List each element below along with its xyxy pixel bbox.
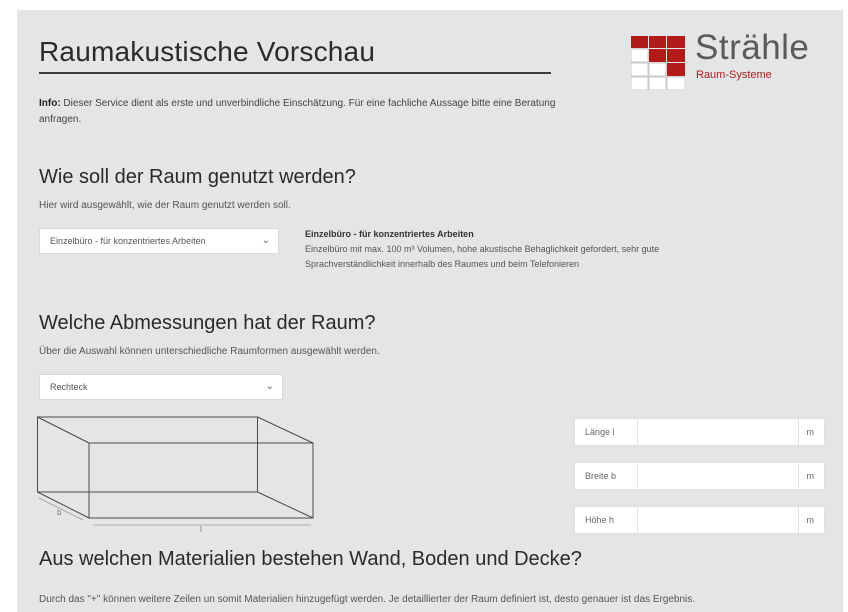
figure-label-b: b [57, 508, 62, 517]
length-field-row: Länge l m [574, 418, 825, 446]
width-label: Breite b [585, 471, 617, 481]
dimensions-description: Über die Auswahl können unterschiedliche… [39, 346, 380, 357]
length-input[interactable] [637, 419, 799, 445]
materials-heading: Aus welchen Materialien bestehen Wand, B… [39, 548, 582, 570]
length-unit: m [806, 427, 815, 437]
page-panel: Raumakustische Vorschau Strähle Raum-Sys… [17, 10, 843, 612]
shape-select[interactable]: Rechteck ⌄ [39, 374, 283, 400]
usage-info-text: Einzelbüro mit max. 100 m³ Volumen, hohe… [305, 244, 660, 269]
page-title: Raumakustische Vorschau [39, 36, 376, 67]
width-unit: m [806, 471, 815, 481]
usage-select-value: Einzelbüro - für konzentriertes Arbeiten [50, 236, 206, 246]
info-text: Info: Dieser Service dient als erste und… [39, 96, 559, 128]
chevron-down-icon: ⌄ [265, 381, 274, 392]
height-field-row: Höhe h m [574, 506, 825, 534]
room-cuboid-figure: b l [37, 416, 314, 532]
usage-select[interactable]: Einzelbüro - für konzentriertes Arbeiten… [39, 228, 279, 254]
usage-heading: Wie soll der Raum genutzt werden? [39, 166, 356, 188]
height-unit: m [806, 515, 815, 525]
length-label: Länge l [585, 427, 615, 437]
width-field-row: Breite b m [574, 462, 825, 490]
info-label: Info: [39, 98, 61, 109]
logo-subtitle: Raum-Systeme [696, 69, 772, 81]
logo-grid-icon [631, 36, 685, 90]
height-label: Höhe h [585, 515, 615, 525]
height-input[interactable] [637, 507, 799, 533]
materials-description: Durch das "+" können weitere Zeilen un s… [39, 594, 696, 605]
title-underline [39, 72, 551, 74]
shape-select-value: Rechteck [50, 382, 88, 392]
usage-info-title: Einzelbüro - für konzentriertes Arbeiten [305, 229, 474, 239]
chevron-down-icon: ⌄ [261, 235, 270, 246]
info-body: Dieser Service dient als erste und unver… [39, 98, 556, 125]
figure-label-l: l [200, 525, 202, 532]
logo-wordmark: Strähle [695, 28, 810, 67]
width-input[interactable] [637, 463, 799, 489]
usage-info: Einzelbüro - für konzentriertes Arbeiten… [305, 227, 685, 272]
straehle-logo: Strähle Raum-Systeme [631, 30, 831, 106]
usage-description: Hier wird ausgewählt, wie der Raum genut… [39, 200, 291, 211]
dimensions-heading: Welche Abmessungen hat der Raum? [39, 312, 376, 334]
